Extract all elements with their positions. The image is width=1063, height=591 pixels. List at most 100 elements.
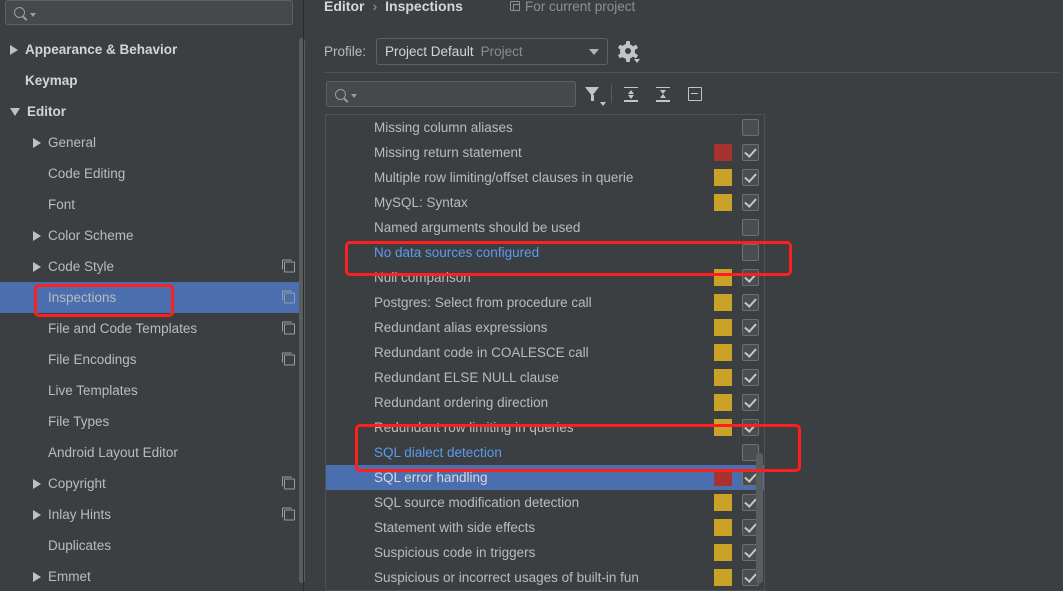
sidebar-scrollbar[interactable] bbox=[299, 38, 305, 583]
breadcrumb-root[interactable]: Editor bbox=[324, 0, 364, 14]
chevron-down-icon[interactable] bbox=[10, 107, 20, 116]
inspection-name: Suspicious code in triggers bbox=[374, 545, 536, 560]
inspection-list-scrollbar[interactable] bbox=[756, 453, 763, 583]
gear-icon[interactable] bbox=[617, 40, 641, 63]
inspection-checkbox[interactable] bbox=[742, 144, 759, 161]
expand-all-icon[interactable] bbox=[615, 80, 647, 108]
sidebar-item-label: Font bbox=[48, 197, 76, 212]
inspection-checkbox[interactable] bbox=[742, 294, 759, 311]
chevron-right-icon[interactable] bbox=[33, 478, 41, 489]
inspection-row[interactable]: MySQL: Syntax bbox=[326, 190, 765, 215]
inspection-name: SQL error handling bbox=[374, 470, 488, 485]
sidebar-item-inspections[interactable]: Inspections bbox=[0, 282, 303, 313]
copy-icon[interactable] bbox=[282, 476, 295, 489]
inspection-checkbox[interactable] bbox=[742, 119, 759, 136]
inspection-row[interactable]: SQL error handling bbox=[326, 465, 765, 490]
filter-funnel-icon[interactable] bbox=[576, 80, 608, 108]
severity-swatch bbox=[714, 469, 732, 486]
severity-swatch bbox=[714, 394, 732, 411]
inspection-checkbox[interactable] bbox=[742, 244, 759, 261]
sidebar-item-inlay-hints[interactable]: Inlay Hints bbox=[0, 499, 303, 530]
chevron-right-icon[interactable] bbox=[33, 509, 41, 520]
inspection-row[interactable]: Redundant row limiting in queries bbox=[326, 415, 765, 440]
inspection-checkbox[interactable] bbox=[742, 319, 759, 336]
inspection-row[interactable]: Redundant ordering direction bbox=[326, 390, 765, 415]
sidebar-item-code-editing[interactable]: Code Editing bbox=[0, 158, 303, 189]
sidebar-item-color-scheme[interactable]: Color Scheme bbox=[0, 220, 303, 251]
sidebar-item-file-encodings[interactable]: File Encodings bbox=[0, 344, 303, 375]
inspection-row[interactable]: Redundant code in COALESCE call bbox=[326, 340, 765, 365]
inspection-row[interactable]: No data sources configured bbox=[326, 240, 765, 265]
profile-dropdown[interactable]: Project Default Project bbox=[376, 38, 609, 65]
sidebar-item-keymap[interactable]: Keymap bbox=[0, 65, 303, 96]
chevron-right-icon[interactable] bbox=[33, 230, 41, 241]
severity-swatch bbox=[714, 494, 732, 511]
sidebar-item-appearance-behavior[interactable]: Appearance & Behavior bbox=[0, 34, 303, 65]
inspection-list: Missing column aliases Missing return sta… bbox=[325, 114, 765, 591]
inspection-checkbox[interactable] bbox=[742, 219, 759, 236]
sidebar-divider bbox=[303, 0, 304, 591]
sidebar-item-label: Android Layout Editor bbox=[48, 445, 178, 460]
sidebar-item-label: General bbox=[48, 135, 97, 150]
sidebar-item-copyright[interactable]: Copyright bbox=[0, 468, 303, 499]
chevron-right-icon[interactable] bbox=[33, 571, 41, 582]
inspection-row[interactable]: Redundant ELSE NULL clause bbox=[326, 365, 765, 390]
inspection-row[interactable]: Suspicious or incorrect usages of built-… bbox=[326, 565, 765, 590]
sidebar-search-input[interactable] bbox=[40, 5, 292, 20]
profile-row: Profile: Project Default Project bbox=[324, 38, 641, 65]
inspection-checkbox[interactable] bbox=[742, 419, 759, 436]
inspection-row[interactable]: Postgres: Select from procedure call bbox=[326, 290, 765, 315]
copy-icon[interactable] bbox=[282, 290, 295, 303]
sidebar-item-label: File and Code Templates bbox=[48, 321, 198, 336]
inspection-row[interactable]: Redundant alias expressions bbox=[326, 315, 765, 340]
chevron-right-icon[interactable] bbox=[10, 44, 18, 55]
collapse-all-icon[interactable] bbox=[647, 80, 679, 108]
minimize-icon[interactable] bbox=[679, 80, 711, 108]
inspection-row[interactable]: SQL source modification detection bbox=[326, 490, 765, 515]
chevron-right-icon[interactable] bbox=[33, 137, 41, 148]
copy-icon[interactable] bbox=[282, 321, 295, 334]
sidebar-item-file-and-code-templates[interactable]: File and Code Templates bbox=[0, 313, 303, 344]
copy-icon[interactable] bbox=[282, 352, 295, 365]
inspection-row[interactable]: Suspicious code in triggers bbox=[326, 540, 765, 565]
inspection-row[interactable]: SQL dialect detection bbox=[326, 440, 765, 465]
inspection-search-field[interactable] bbox=[326, 81, 576, 107]
inspection-checkbox[interactable] bbox=[742, 394, 759, 411]
for-current-project: For current project bbox=[510, 0, 635, 17]
sidebar-search-field[interactable] bbox=[5, 0, 293, 25]
chevron-right-icon[interactable] bbox=[33, 261, 41, 272]
sidebar-item-code-style[interactable]: Code Style bbox=[0, 251, 303, 282]
inspection-search-input[interactable] bbox=[361, 86, 575, 102]
sidebar-item-editor[interactable]: Editor bbox=[0, 96, 303, 127]
inspection-row[interactable]: Named arguments should be used bbox=[326, 215, 765, 240]
sidebar-item-font[interactable]: Font bbox=[0, 189, 303, 220]
sidebar-item-label: Code Editing bbox=[48, 166, 126, 181]
inspection-row[interactable]: Null comparison bbox=[326, 265, 765, 290]
breadcrumb-separator: › bbox=[372, 0, 378, 14]
copy-icon[interactable] bbox=[282, 259, 295, 272]
inspection-checkbox[interactable] bbox=[742, 344, 759, 361]
sidebar-item-label: Inspections bbox=[48, 290, 117, 305]
sidebar-item-duplicates[interactable]: Duplicates bbox=[0, 530, 303, 561]
copy-icon[interactable] bbox=[282, 507, 295, 520]
severity-swatch bbox=[714, 419, 732, 436]
inspection-row[interactable]: Statement with side effects bbox=[326, 515, 765, 540]
inspection-name: Redundant alias expressions bbox=[374, 320, 548, 335]
inspection-checkbox[interactable] bbox=[742, 369, 759, 386]
inspection-row[interactable]: Missing column aliases bbox=[326, 115, 765, 140]
sidebar-item-live-templates[interactable]: Live Templates bbox=[0, 375, 303, 406]
sidebar-item-emmet[interactable]: Emmet bbox=[0, 561, 303, 591]
for-current-project-label: For current project bbox=[525, 0, 636, 14]
sidebar-item-file-types[interactable]: File Types bbox=[0, 406, 303, 437]
inspection-checkbox[interactable] bbox=[742, 269, 759, 286]
inspection-checkbox[interactable] bbox=[742, 169, 759, 186]
inspection-name: Missing return statement bbox=[374, 145, 522, 160]
search-box[interactable] bbox=[5, 0, 293, 25]
sidebar-item-label: Emmet bbox=[48, 569, 91, 584]
sidebar-item-android-layout-editor[interactable]: Android Layout Editor bbox=[0, 437, 303, 468]
inspection-row[interactable]: Multiple row limiting/offset clauses in … bbox=[326, 165, 765, 190]
inspection-checkbox[interactable] bbox=[742, 194, 759, 211]
severity-swatch bbox=[714, 144, 732, 161]
inspection-row[interactable]: Missing return statement bbox=[326, 140, 765, 165]
sidebar-item-general[interactable]: General bbox=[0, 127, 303, 158]
